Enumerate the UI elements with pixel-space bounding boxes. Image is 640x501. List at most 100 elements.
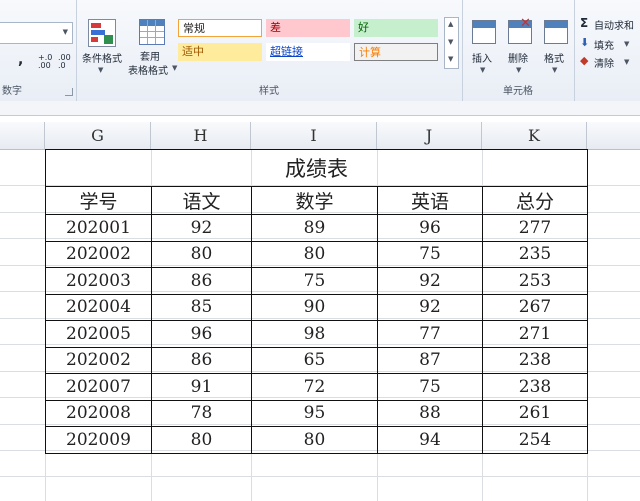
header-cell[interactable]: 数学 [251,186,378,215]
group-label-styles: 样式 [259,86,279,97]
table-cell[interactable]: 87 [377,346,483,374]
chevron-down-icon: ▼ [98,66,104,74]
gallery-scroll[interactable]: ▲ ▼ ▼ [444,17,459,69]
table-cell[interactable]: 238 [482,346,588,374]
table-cell[interactable]: 92 [377,267,483,295]
column-header-j[interactable]: J [377,122,482,149]
table-cell[interactable]: 202004 [45,293,152,321]
table-cell[interactable]: 85 [151,293,252,321]
eraser-icon: ◆ [580,54,589,67]
table-cell[interactable]: 202003 [45,267,152,295]
column-header-h[interactable]: H [151,122,251,149]
table-cell[interactable]: 98 [251,320,378,348]
table-cell[interactable]: 202002 [45,346,152,374]
table-cell[interactable]: 94 [377,426,483,454]
table-cell[interactable]: 202001 [45,214,152,242]
conditional-format-icon [88,19,116,47]
chevron-down-icon: ▼ [172,64,178,72]
table-cell[interactable]: 80 [251,240,378,268]
table-cell[interactable]: 253 [482,267,588,295]
table-cell[interactable]: 202007 [45,373,152,401]
table-cell[interactable]: 254 [482,426,588,454]
table-cell[interactable]: 65 [251,346,378,374]
cell-style-2[interactable]: 好 [354,19,438,37]
conditional-format-label: 条件格式 [82,54,122,65]
table-cell[interactable]: 88 [377,399,483,427]
table-cell[interactable]: 78 [151,399,252,427]
comma-style-button[interactable]: , [18,52,23,68]
table-title-cell[interactable]: 成绩表 [45,149,588,187]
table-cell[interactable]: 80 [151,426,252,454]
table-cell[interactable]: 89 [251,214,378,242]
table-cell[interactable]: 202009 [45,426,152,454]
cell-styles-gallery: 常规差好适中 超链接 计算 [178,19,444,67]
column-header-g[interactable]: G [45,122,151,149]
delete-button[interactable]: ✕ 删除 ▼ [504,0,536,80]
table-cell[interactable]: 80 [251,426,378,454]
table-cell[interactable]: 86 [151,346,252,374]
cell-style-3[interactable]: 适中 [178,43,262,61]
table-cell[interactable]: 277 [482,214,588,242]
table-cell[interactable]: 238 [482,373,588,401]
group-label-cells: 单元格 [503,86,533,97]
cell-style-1[interactable]: 差 [266,19,350,37]
dialog-launcher-icon[interactable] [65,88,73,96]
table-row: 202007 91 72 75 238 [45,373,588,401]
table-row: 202008 78 95 88 261 [45,399,588,427]
column-header-k[interactable]: K [482,122,587,149]
table-cell[interactable]: 86 [151,267,252,295]
editing-group: Σ 自动求和 ⬇ 填充 ▼ ◆ 清除 ▼ [574,0,640,101]
table-row: 202001 92 89 96 277 [45,214,588,242]
table-cell[interactable]: 95 [251,399,378,427]
table-row: 202005 96 98 77 271 [45,320,588,348]
chevron-down-icon: ▼ [448,38,454,46]
column-header-l[interactable]: L [587,122,640,149]
table-cell[interactable]: 90 [251,293,378,321]
format-label: 格式 [544,54,564,65]
table-cell[interactable]: 202002 [45,240,152,268]
insert-button[interactable]: 插入 ▼ [468,0,500,80]
header-cell[interactable]: 语文 [151,186,252,215]
format-as-table-button[interactable]: 套用 表格格式 ▼ [126,0,178,80]
header-cell[interactable]: 总分 [482,186,588,215]
table-cell[interactable]: 72 [251,373,378,401]
table-cell[interactable]: 75 [377,240,483,268]
table-cell[interactable]: 75 [377,373,483,401]
clear-label: 清除 [594,59,614,70]
table-format-icon [139,19,165,45]
conditional-format-button[interactable]: 条件格式 ▼ [76,0,128,80]
cell-style-5[interactable]: 计算 [354,43,438,61]
cells-group: 插入 ▼ ✕ 删除 ▼ 格式 ▼ 单元格 [462,0,575,101]
table-cell[interactable]: 96 [377,214,483,242]
header-cell[interactable]: 英语 [377,186,483,215]
header-cell[interactable]: 学号 [45,186,152,215]
score-table: 成绩表 学号 语文 数学 英语 总分 202001 92 89 96 277 202002 80 80… [45,149,588,454]
table-cell[interactable]: 202005 [45,320,152,348]
cell-style-0[interactable]: 常规 [178,19,262,37]
table-cell[interactable]: 80 [151,240,252,268]
fill-button[interactable]: ⬇ 填充 ▼ [580,36,640,52]
column-header-i[interactable]: I [251,122,377,149]
clear-button[interactable]: ◆ 清除 ▼ [580,54,640,70]
styles-group: 条件格式 ▼ 套用 表格格式 ▼ 常规差好适中 超链接 计算 ▲ ▼ ▼ 样式 [76,0,463,101]
decrease-decimal-button[interactable]: .00.0 [58,54,71,70]
format-button[interactable]: 格式 ▼ [540,0,572,80]
number-group: ▼ , +.0.00 .00.0 数字 [0,0,77,101]
table-cell[interactable]: 271 [482,320,588,348]
table-cell[interactable]: 267 [482,293,588,321]
table-cell[interactable]: 91 [151,373,252,401]
table-cell[interactable]: 235 [482,240,588,268]
autosum-label: 自动求和 [594,21,634,32]
increase-decimal-button[interactable]: +.0.00 [38,54,52,70]
table-cell[interactable]: 202008 [45,399,152,427]
number-format-dropdown[interactable]: ▼ [0,22,73,44]
table-cell[interactable]: 92 [151,214,252,242]
cell-style-4[interactable]: 超链接 [266,43,350,61]
table-cell[interactable]: 75 [251,267,378,295]
table-cell[interactable]: 92 [377,293,483,321]
table-cell[interactable]: 96 [151,320,252,348]
table-cell[interactable]: 77 [377,320,483,348]
autosum-button[interactable]: Σ 自动求和 [580,16,640,32]
sigma-icon: Σ [580,16,589,30]
table-cell[interactable]: 261 [482,399,588,427]
